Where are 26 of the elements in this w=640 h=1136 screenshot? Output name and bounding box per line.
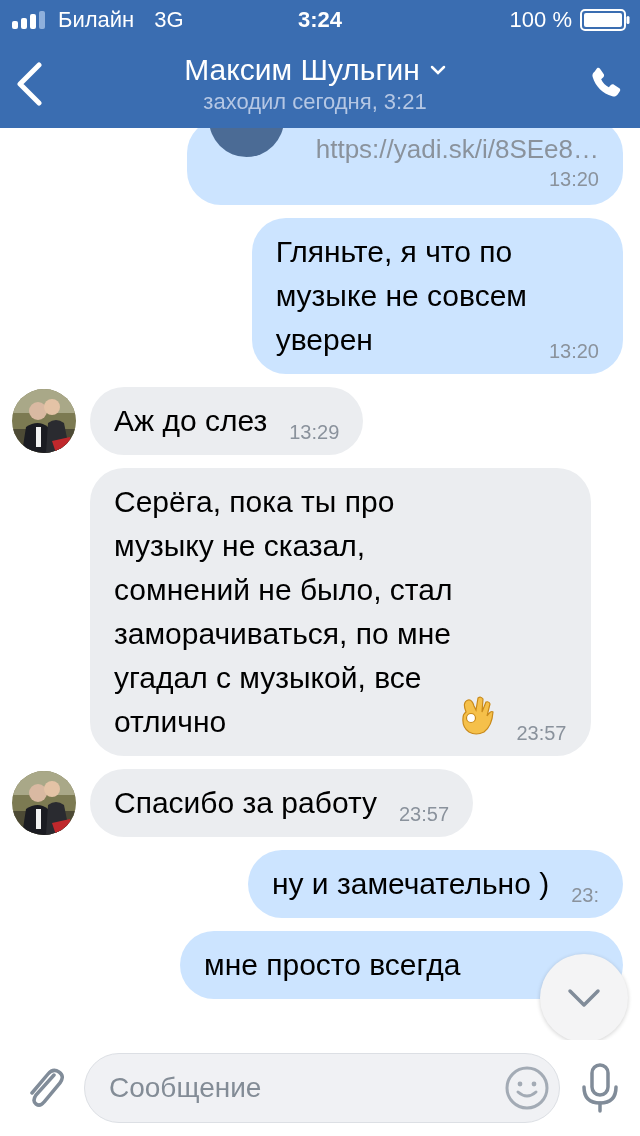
scroll-down-button[interactable] (540, 954, 628, 1040)
message-text: Спасибо за работу (114, 785, 377, 821)
carrier-name: Билайн (58, 7, 135, 33)
message-time: 23: (571, 883, 599, 907)
smiley-icon[interactable] (504, 1065, 550, 1111)
microphone-icon[interactable] (580, 1063, 620, 1113)
last-seen: заходил сегодня, 3:21 (203, 89, 427, 115)
message-text: Аж до слез (114, 403, 268, 439)
chevron-down-icon[interactable] (429, 65, 446, 75)
message-field[interactable]: Сообщение (84, 1053, 560, 1123)
message-text: мне просто всегда (204, 947, 461, 983)
message-time: 23:57 (516, 721, 567, 745)
back-icon[interactable] (14, 62, 44, 106)
chevron-down-icon (567, 988, 601, 1008)
clock: 3:24 (297, 7, 342, 33)
battery-icon (580, 9, 630, 31)
message-time: 13:20 (548, 339, 599, 363)
message-time: 23:57 (399, 802, 450, 826)
message-text: ну и замечательно ) (271, 866, 550, 902)
message-time: 13:29 (289, 420, 340, 444)
message-text: Серёга, пока ты про музыку не сказал, сомнений не было, стал заморачиваться, по мне угадал с музыкой, все отлично (114, 484, 453, 740)
message-text: Гляньте, я что по музыке не совсем уверен (275, 234, 527, 358)
battery-percent: 100 % (509, 7, 572, 33)
message-time: 13:20 (547, 167, 599, 191)
network-type: 3G (154, 7, 184, 33)
contact-name[interactable]: Максим Шульгин (184, 53, 420, 87)
